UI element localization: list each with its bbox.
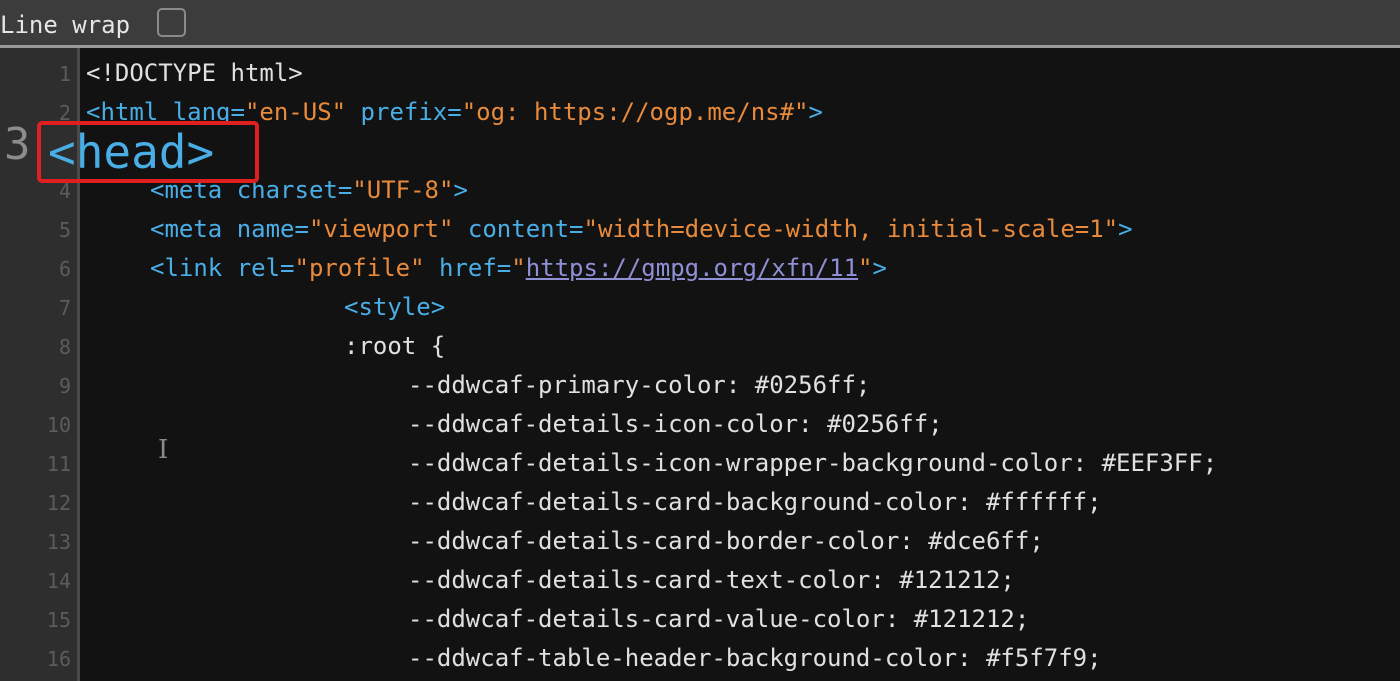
code-line[interactable]: --ddwcaf-details-card-value-color: #1212… bbox=[408, 604, 1029, 634]
code-token: > bbox=[872, 254, 887, 282]
code-line[interactable]: :root { bbox=[344, 331, 445, 361]
code-token: > bbox=[1118, 215, 1133, 243]
code-token: <!DOCTYPE html> bbox=[86, 59, 303, 87]
code-token: > bbox=[808, 98, 823, 126]
code-line[interactable]: --ddwcaf-table-header-background-color: … bbox=[408, 643, 1102, 673]
code-token[interactable]: https://gmpg.org/xfn/11 bbox=[526, 254, 858, 282]
line-number: 9 bbox=[58, 374, 71, 398]
line-number: 10 bbox=[46, 413, 71, 437]
code-line[interactable]: --ddwcaf-details-icon-color: #0256ff; bbox=[408, 409, 943, 439]
line-number: 12 bbox=[46, 491, 71, 515]
text-cursor-icon: I bbox=[158, 435, 169, 465]
code-line[interactable]: --ddwcaf-details-card-border-color: #dce… bbox=[408, 526, 1044, 556]
code-token: "profile" bbox=[294, 254, 425, 282]
code-line[interactable]: --ddwcaf-details-card-text-color: #12121… bbox=[408, 565, 1015, 595]
line-number: 11 bbox=[46, 452, 71, 476]
code-token: rel= bbox=[236, 254, 295, 282]
line-wrap-label: Line wrap bbox=[0, 11, 131, 39]
line-number: 6 bbox=[58, 257, 71, 281]
code-line[interactable]: <style> bbox=[344, 292, 445, 322]
code-token: "width=device-width, initial-scale=1" bbox=[583, 215, 1119, 243]
code-line[interactable]: --ddwcaf-primary-color: #0256ff; bbox=[408, 370, 870, 400]
line-number: 16 bbox=[46, 647, 71, 671]
code-token: --ddwcaf-details-card-value-color: #1212… bbox=[408, 605, 1030, 633]
code-token: <style> bbox=[344, 293, 446, 321]
code-token: --ddwcaf-details-icon-color: #0256ff; bbox=[408, 410, 943, 438]
code-line[interactable]: <meta name="viewport" content="width=dev… bbox=[150, 214, 1133, 244]
editor-toolbar: Line wrap bbox=[0, 0, 1400, 48]
code-editor[interactable]: 1 2 3 4 5 6 7 8 9 10 11 12 13 14 15 16 <!DOCTYPE html> <… bbox=[0, 48, 1400, 681]
code-token: --ddwcaf-details-card-border-color: #dce… bbox=[408, 527, 1044, 555]
code-line[interactable]: --ddwcaf-details-icon-wrapper-background… bbox=[408, 448, 1217, 478]
code-token: " bbox=[858, 254, 873, 282]
line-number: 14 bbox=[46, 569, 71, 593]
code-token: --ddwcaf-details-card-background-color: … bbox=[408, 488, 1102, 516]
code-token: <link bbox=[150, 254, 237, 282]
code-token: --ddwcaf-table-header-background-color: … bbox=[408, 644, 1102, 672]
line-number: 8 bbox=[58, 335, 71, 359]
line-number: 3 bbox=[4, 119, 31, 170]
line-number: 5 bbox=[58, 218, 71, 242]
head-tag-highlight bbox=[37, 121, 259, 183]
code-line[interactable]: --ddwcaf-details-card-background-color: … bbox=[408, 487, 1102, 517]
code-token: " bbox=[511, 254, 526, 282]
code-token: :root { bbox=[344, 332, 446, 360]
line-number: 7 bbox=[58, 296, 71, 320]
code-token: "viewport" bbox=[308, 215, 454, 243]
code-token: > bbox=[453, 176, 468, 204]
code-line[interactable]: <!DOCTYPE html> bbox=[86, 58, 303, 88]
code-token: "UTF-8" bbox=[352, 176, 454, 204]
code-token: --ddwcaf-details-card-text-color: #12121… bbox=[408, 566, 1015, 594]
line-number: 1 bbox=[58, 62, 71, 86]
code-token: "en-US" bbox=[244, 98, 347, 126]
code-token: "og: https://ogp.me/ns#" bbox=[461, 98, 809, 126]
code-token: <meta bbox=[150, 215, 237, 243]
line-wrap-checkbox[interactable] bbox=[157, 8, 186, 37]
code-token: href= bbox=[424, 254, 512, 282]
code-token: content= bbox=[453, 215, 584, 243]
line-number: 15 bbox=[46, 608, 71, 632]
code-token: prefix= bbox=[346, 98, 462, 126]
code-line[interactable]: <link rel="profile" href="https://gmpg.o… bbox=[150, 253, 887, 283]
code-token: --ddwcaf-details-icon-wrapper-background… bbox=[408, 449, 1218, 477]
line-number: 13 bbox=[46, 530, 71, 554]
code-token: --ddwcaf-primary-color: #0256ff; bbox=[408, 371, 871, 399]
code-token: name= bbox=[236, 215, 309, 243]
